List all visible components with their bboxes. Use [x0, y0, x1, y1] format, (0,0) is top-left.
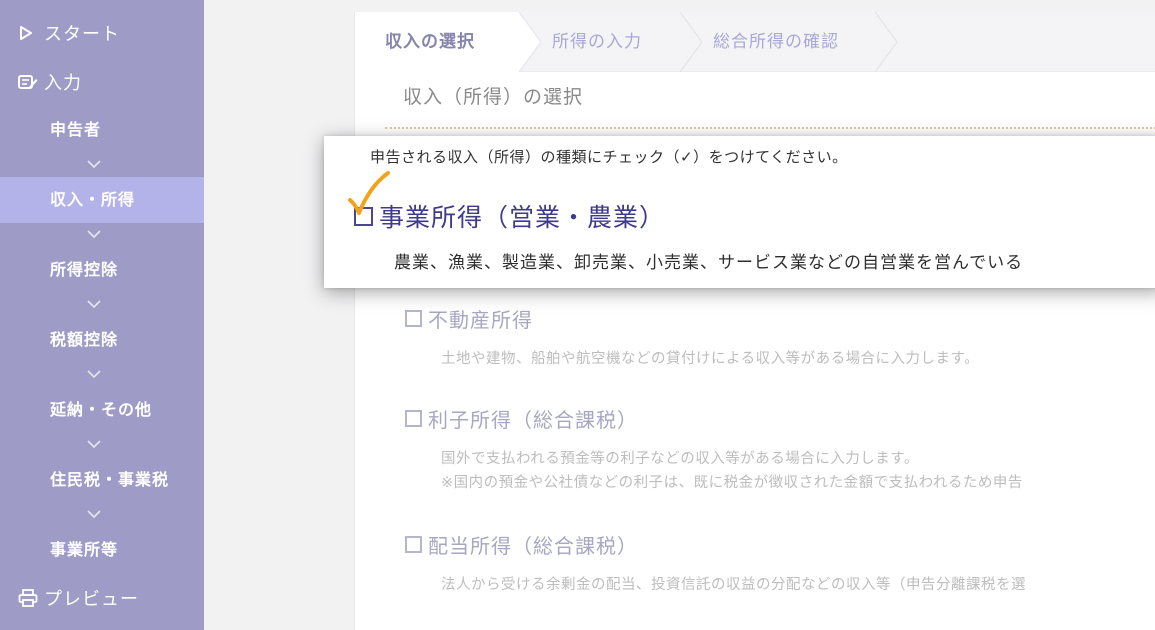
sidebar-step-declarant[interactable]: 申告者 — [0, 107, 204, 153]
breadcrumb-arrow — [680, 12, 702, 72]
page-title: 収入（所得）の選択 — [403, 86, 584, 108]
income-option-dividend: 配当所得（総合課税） 法人から受ける余剰金の配当、投資信託の収益の分配などの収入… — [405, 530, 1026, 597]
chevron-down-icon — [87, 230, 101, 239]
income-option-interest: 利子所得（総合課税） 国外で支払われる預金等の利子などの収入等がある場合に入力し… — [405, 404, 1023, 495]
edit-form-icon — [18, 73, 44, 91]
sidebar-item-label: 申告者 — [50, 120, 102, 139]
description-line: ※国内の預金や公社債などの利子は、既に税金が徴収された金額で支払われるため申告 — [441, 475, 1023, 491]
sidebar-step-income[interactable]: 収入・所得 — [0, 177, 204, 223]
income-option-label: 事業所得（営業・農業） — [379, 203, 666, 232]
income-option-label: 不動産所得 — [428, 308, 533, 332]
sidebar-item-label: スタート — [44, 24, 120, 45]
income-option-label: 配当所得（総合課税） — [428, 534, 638, 558]
income-option-row[interactable]: 不動産所得 — [405, 304, 979, 333]
sidebar-step-resident-tax[interactable]: 住民税・事業税 — [0, 457, 204, 503]
instruction-text: 申告される収入（所得）の種類にチェック（✓）をつけてください。 — [370, 148, 848, 166]
sidebar: スタート 入力 申告者 収入・所得 所得控除 税額控除 延納・その他 住民税・事… — [0, 0, 204, 630]
income-option-description: 法人から受ける余剰金の配当、投資信託の収益の分配などの収入等（申告分離課税を選 — [441, 573, 1026, 597]
breadcrumb-step-income-input[interactable]: 所得の入力 — [552, 12, 642, 72]
sidebar-item-label: プレビュー — [44, 589, 139, 610]
income-option-row[interactable]: 配当所得（総合課税） — [405, 530, 1026, 559]
income-option-business[interactable]: 事業所得（営業・農業） — [354, 198, 665, 234]
income-option-description: 国外で支払われる預金等の利子などの収入等がある場合に入力します。 ※国内の預金や… — [441, 447, 1023, 495]
breadcrumb-label: 所得の入力 — [552, 32, 642, 52]
sidebar-step-business-places[interactable]: 事業所等 — [0, 527, 204, 573]
sidebar-item-label: 延納・その他 — [50, 400, 153, 419]
income-option-description: 土地や建物、船舶や航空機などの貸付けによる収入等がある場合に入力します。 — [441, 347, 979, 371]
checkbox[interactable] — [405, 536, 422, 553]
sidebar-step-deferral-other[interactable]: 延納・その他 — [0, 387, 204, 433]
income-option-description: 農業、漁業、製造業、卸売業、小売業、サービス業などの自営業を営んでいる — [394, 253, 1024, 273]
checkmark-icon — [348, 171, 390, 215]
sidebar-step-tax-credit[interactable]: 税額控除 — [0, 317, 204, 363]
income-option-label: 利子所得（総合課税） — [428, 408, 638, 432]
sidebar-item-preview[interactable]: プレビュー — [18, 585, 139, 611]
sidebar-item-label: 住民税・事業税 — [50, 470, 170, 489]
chevron-down-icon — [87, 370, 101, 379]
breadcrumb-arrow — [875, 12, 897, 72]
printer-icon — [18, 589, 44, 607]
breadcrumb-arrow — [519, 12, 541, 72]
description-line: 国外で支払われる預金等の利子などの収入等がある場合に入力します。 — [441, 451, 919, 467]
description-line: 土地や建物、船舶や航空機などの貸付けによる収入等がある場合に入力します。 — [441, 351, 980, 367]
sidebar-item-label: 税額控除 — [50, 330, 119, 349]
main-panel: 収入の選択 所得の入力 総合所得の確認 収入（所得）の選択 不動産所得 土地や建… — [354, 12, 1155, 630]
sidebar-item-start[interactable]: スタート — [18, 20, 120, 46]
chevron-down-icon — [87, 440, 101, 449]
sidebar-item-input[interactable]: 入力 — [18, 69, 82, 95]
sidebar-step-income-deduction[interactable]: 所得控除 — [0, 247, 204, 293]
chevron-down-icon — [87, 300, 101, 309]
sidebar-item-label: 所得控除 — [50, 260, 119, 279]
play-outline-icon — [18, 25, 44, 41]
checkbox[interactable] — [405, 410, 422, 427]
sidebar-item-label: 事業所等 — [50, 540, 119, 559]
income-option-row[interactable]: 利子所得（総合課税） — [405, 404, 1023, 433]
sidebar-item-label: 入力 — [44, 73, 82, 94]
breadcrumb-label: 収入の選択 — [385, 32, 475, 52]
breadcrumb-label: 総合所得の確認 — [713, 32, 839, 52]
chevron-down-icon — [87, 160, 101, 169]
income-option-real-estate: 不動産所得 土地や建物、船舶や航空機などの貸付けによる収入等がある場合に入力しま… — [405, 304, 979, 371]
divider — [385, 127, 1155, 129]
description-line: 法人から受ける余剰金の配当、投資信託の収益の分配などの収入等（申告分離課税を選 — [441, 577, 1026, 593]
highlighted-income-card: 申告される収入（所得）の種類にチェック（✓）をつけてください。 事業所得（営業・… — [324, 136, 1155, 288]
checkbox[interactable] — [405, 310, 422, 327]
chevron-down-icon — [87, 510, 101, 519]
sidebar-item-label: 収入・所得 — [50, 190, 136, 209]
breadcrumb: 収入の選択 所得の入力 総合所得の確認 — [355, 12, 1155, 72]
breadcrumb-step-income-selection[interactable]: 収入の選択 — [355, 12, 520, 72]
breadcrumb-step-total-income-confirm[interactable]: 総合所得の確認 — [713, 12, 839, 72]
